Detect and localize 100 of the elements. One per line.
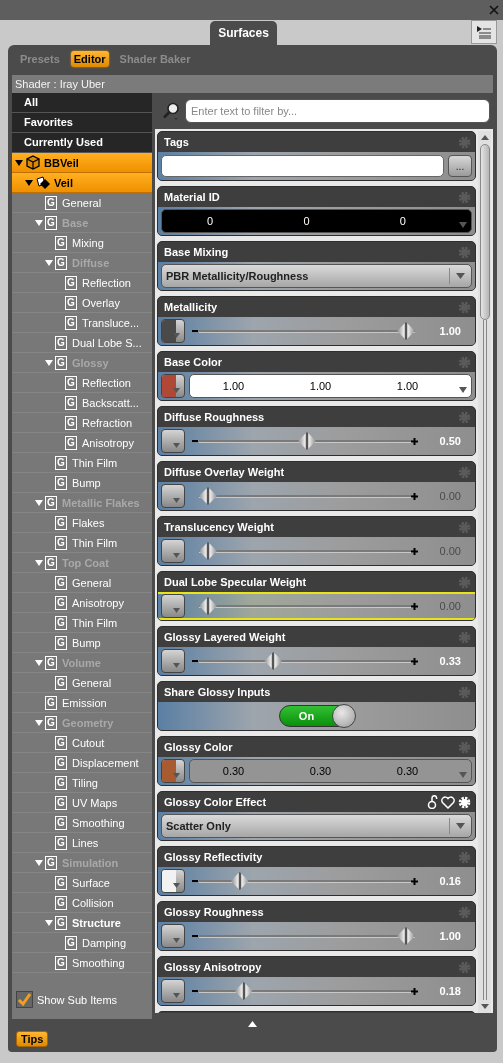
plus-icon[interactable] — [411, 547, 418, 555]
expand-arrow-icon[interactable] — [45, 258, 53, 267]
tree-item[interactable]: G Bump — [12, 473, 152, 493]
map-button[interactable] — [161, 979, 185, 1003]
tree-item[interactable]: G Structure — [12, 913, 152, 933]
color-field[interactable]: 1.00 1.00 1.00 — [189, 374, 472, 398]
map-button[interactable] — [161, 649, 185, 673]
tab[interactable]: Presets — [17, 51, 63, 67]
toggle-switch[interactable]: On — [278, 705, 355, 727]
caret-icon[interactable] — [172, 443, 180, 448]
map-button[interactable] — [161, 484, 185, 508]
plus-icon[interactable] — [411, 877, 418, 885]
tree-item[interactable]: G Displacement — [12, 753, 152, 773]
color-field[interactable]: 0 0 0 — [161, 209, 472, 233]
expand-arrow-icon[interactable] — [25, 178, 33, 187]
map-button[interactable] — [161, 924, 185, 948]
scroll-down-icon[interactable] — [480, 1004, 489, 1009]
tree-item[interactable]: G Smoothing — [12, 953, 152, 973]
filter-item[interactable]: Currently Used — [12, 133, 152, 153]
tree-item[interactable]: G Reflection — [12, 373, 152, 393]
caret-icon[interactable] — [172, 333, 180, 338]
heart-icon[interactable] — [441, 795, 455, 809]
splitter-icon[interactable] — [248, 1021, 257, 1027]
tree-item[interactable]: G Cutout — [12, 733, 152, 753]
tree-item[interactable]: G Emission — [12, 693, 152, 713]
tree-item[interactable]: Veil — [12, 173, 152, 193]
expand-arrow-icon[interactable] — [45, 918, 53, 927]
plus-icon[interactable] — [411, 602, 418, 610]
tree-item[interactable]: G Anisotropy — [12, 593, 152, 613]
tree-item[interactable]: G Mixing — [12, 233, 152, 253]
map-button[interactable] — [161, 429, 185, 453]
panel-menu-button[interactable] — [471, 20, 497, 44]
minus-icon[interactable] — [192, 988, 198, 994]
browse-button[interactable]: ... — [448, 155, 472, 177]
filter-item[interactable]: Favorites — [12, 113, 152, 133]
minus-icon[interactable] — [192, 933, 198, 939]
color-field[interactable]: 0.30 0.30 0.30 — [189, 759, 472, 783]
tree-item[interactable]: G Thin Film — [12, 453, 152, 473]
texture-map-button[interactable] — [161, 759, 185, 783]
texture-map-button[interactable] — [161, 869, 185, 893]
menu-icon[interactable] — [476, 25, 492, 39]
tree-item[interactable]: G UV Maps — [12, 793, 152, 813]
tree-item[interactable]: BBVeil — [12, 153, 152, 173]
tree-item[interactable]: G General — [12, 573, 152, 593]
scroll-up-icon[interactable] — [480, 135, 489, 140]
tree-item[interactable]: G Flakes — [12, 513, 152, 533]
panel-tab[interactable]: Surfaces — [210, 21, 277, 45]
plus-icon[interactable] — [411, 492, 418, 500]
close-icon[interactable] — [489, 5, 499, 15]
expand-arrow-icon[interactable] — [35, 658, 43, 667]
texture-map-button[interactable] — [161, 319, 185, 343]
minus-icon[interactable] — [192, 328, 198, 334]
plus-icon[interactable] — [411, 657, 418, 665]
tree-item[interactable]: G Reflection — [12, 273, 152, 293]
tree-item[interactable]: G Lines — [12, 833, 152, 853]
dropdown[interactable]: PBR Metallicity/Roughness — [161, 264, 472, 288]
dropdown[interactable]: Scatter Only — [161, 814, 472, 838]
plus-icon[interactable] — [411, 437, 418, 445]
expand-arrow-icon[interactable] — [35, 718, 43, 727]
caret-icon[interactable] — [172, 608, 180, 613]
tree-item[interactable]: G Transluce... — [12, 313, 152, 333]
caret-icon[interactable] — [172, 883, 180, 888]
tree-item[interactable]: G Thin Film — [12, 613, 152, 633]
link-icon[interactable] — [427, 795, 438, 809]
map-button[interactable] — [161, 539, 185, 563]
search-icon[interactable] — [162, 102, 180, 120]
expand-arrow-icon[interactable] — [35, 218, 43, 227]
tree-item[interactable]: G Backscatt... — [12, 393, 152, 413]
minus-icon[interactable] — [192, 658, 198, 664]
tree-item[interactable]: G General — [12, 673, 152, 693]
tree-item[interactable]: G Thin Film — [12, 533, 152, 553]
tree-item[interactable]: G Refraction — [12, 413, 152, 433]
expand-arrow-icon[interactable] — [35, 498, 43, 507]
filter-item[interactable]: All — [12, 93, 152, 113]
tree-item[interactable]: G Damping — [12, 933, 152, 953]
minus-icon[interactable] — [192, 438, 198, 444]
checkbox[interactable] — [16, 991, 33, 1008]
tree-item[interactable]: G Smoothing — [12, 813, 152, 833]
tree-item[interactable]: G Overlay — [12, 293, 152, 313]
caret-icon[interactable] — [172, 553, 180, 558]
texture-map-button[interactable] — [161, 374, 185, 398]
scrollbar[interactable] — [478, 131, 491, 1013]
minus-icon[interactable] — [192, 878, 198, 884]
map-button[interactable] — [161, 594, 185, 618]
expand-arrow-icon[interactable] — [35, 558, 43, 567]
tree-item[interactable]: G General — [12, 193, 152, 213]
expand-arrow-icon[interactable] — [45, 358, 53, 367]
tree-item[interactable]: G Tiling — [12, 773, 152, 793]
tree-item[interactable]: G Bump — [12, 633, 152, 653]
tips-button[interactable]: Tips — [16, 1031, 49, 1047]
tree-item[interactable]: G Collision — [12, 893, 152, 913]
expand-arrow-icon[interactable] — [35, 858, 43, 867]
tab[interactable]: Shader Baker — [116, 51, 194, 67]
tab[interactable]: Editor — [70, 51, 109, 67]
caret-icon[interactable] — [172, 938, 180, 943]
tree-item[interactable]: G Surface — [12, 873, 152, 893]
caret-icon[interactable] — [459, 387, 467, 393]
tree-item[interactable]: G Dual Lobe S... — [12, 333, 152, 353]
search-field[interactable]: Enter text to filter by... — [185, 99, 490, 123]
plus-icon[interactable] — [411, 987, 418, 995]
